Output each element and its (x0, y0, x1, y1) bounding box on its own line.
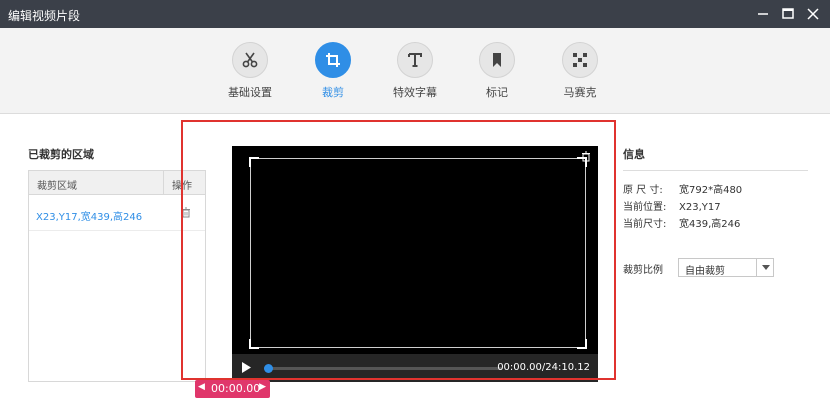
original-size-value: 宽792*高480 (679, 185, 743, 196)
tool-label: 标记 (486, 86, 508, 99)
scissors-icon (232, 42, 268, 78)
mosaic-icon (562, 42, 598, 78)
tool-label: 特效字幕 (393, 86, 437, 99)
crop-handle-bottom-left[interactable] (249, 339, 259, 349)
progress-knob[interactable] (264, 364, 273, 373)
position-row: 当前位置: X23,Y17 (623, 198, 721, 213)
maximize-button[interactable] (777, 4, 799, 24)
cropped-regions-table: 裁剪区域 操作 X23,Y17,宽439,高246 (28, 170, 206, 382)
cropped-regions-title: 已裁剪的区域 (28, 148, 94, 161)
tag-right-arrow-icon[interactable]: ▶ (259, 382, 266, 392)
size-label: 当前尺寸: (623, 219, 667, 230)
position-label: 当前位置: (623, 202, 667, 213)
tool-basic-settings[interactable]: 基础设置 (210, 42, 290, 100)
title-bar: 编辑视频片段 (0, 0, 830, 28)
original-size-row: 原 尺 寸: 宽792*高480 (623, 181, 742, 196)
minimize-button[interactable] (752, 4, 774, 24)
tool-label: 裁剪 (322, 86, 344, 99)
window-title: 编辑视频片段 (8, 9, 81, 23)
region-value[interactable]: X23,Y17,宽439,高246 (36, 208, 142, 223)
timeline-time: 00:00.00 (211, 382, 261, 395)
playback-time: 00:00.00/24:10.12 (497, 362, 590, 373)
table-header: 裁剪区域 操作 (29, 171, 205, 195)
crop-icon (315, 42, 351, 78)
close-button[interactable] (802, 4, 824, 24)
size-row: 当前尺寸: 宽439,高246 (623, 215, 740, 230)
tool-label: 基础设置 (228, 86, 272, 99)
tool-effects-subtitles[interactable]: 特效字幕 (375, 42, 455, 100)
video-preview: 00:00.00/24:10.12 (232, 146, 598, 382)
column-header-region: 裁剪区域 (37, 181, 77, 192)
trash-icon[interactable] (581, 151, 591, 165)
progress-bar[interactable] (264, 364, 502, 373)
player-controls: 00:00.00/24:10.12 (232, 354, 598, 382)
edit-toolbar: 基础设置 裁剪 特效字幕 标记 马赛克 (0, 28, 830, 114)
timeline-time-tag: ◀ 00:00.00 ▶ (195, 380, 270, 398)
table-row[interactable]: X23,Y17,宽439,高246 (29, 195, 205, 231)
crop-handle-top-left[interactable] (249, 157, 259, 167)
crop-frame[interactable] (249, 157, 587, 349)
size-value: 宽439,高246 (679, 219, 741, 230)
position-value: X23,Y17 (679, 202, 721, 213)
tool-crop[interactable]: 裁剪 (293, 42, 373, 100)
tool-label: 马赛克 (563, 86, 597, 99)
column-header-action: 操作 (163, 171, 205, 195)
crop-ratio-value: 自由裁剪 (685, 266, 725, 277)
crop-ratio-label: 裁剪比例 (623, 265, 663, 276)
info-title: 信息 (623, 148, 645, 161)
chevron-down-icon[interactable] (756, 259, 773, 276)
play-icon[interactable] (240, 361, 252, 377)
crop-handle-bottom-right[interactable] (577, 339, 587, 349)
tool-markers[interactable]: 标记 (457, 42, 537, 100)
text-t-icon (397, 42, 433, 78)
tag-left-arrow-icon[interactable]: ◀ (198, 382, 205, 392)
tool-mosaic[interactable]: 马赛克 (540, 42, 620, 100)
divider (623, 170, 808, 171)
bookmark-icon (479, 42, 515, 78)
trash-icon[interactable] (181, 207, 191, 221)
original-size-label: 原 尺 寸: (623, 185, 663, 196)
crop-ratio-select[interactable]: 自由裁剪 (678, 258, 774, 277)
